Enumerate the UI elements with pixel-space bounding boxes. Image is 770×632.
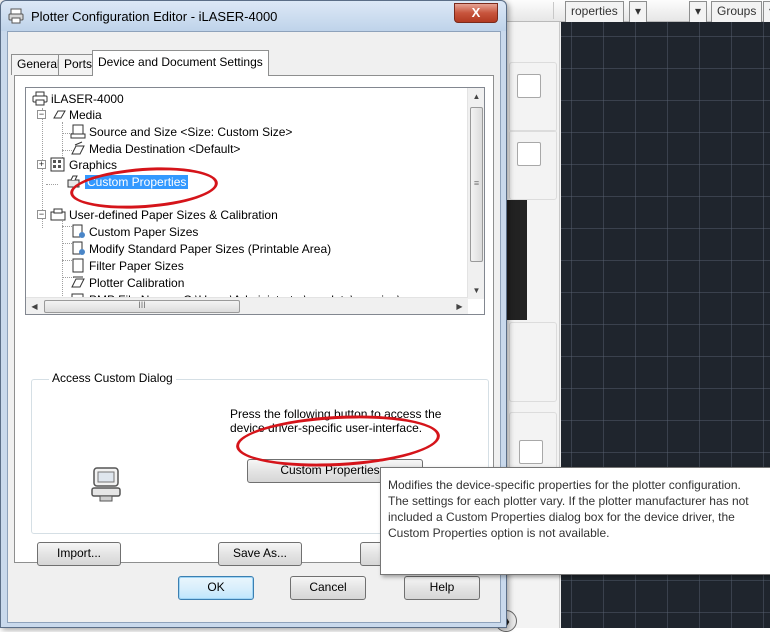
close-button[interactable]: X xyxy=(454,3,498,23)
tree-item-label: Source and Size <Size: Custom Size> xyxy=(89,125,293,139)
tooltip-text: Modifies the device-specific properties … xyxy=(388,478,749,540)
ribbon-dropdown-icon[interactable]: ▾ xyxy=(629,1,648,22)
printer-icon xyxy=(32,91,48,106)
custom-paper-icon xyxy=(72,224,85,238)
tree-item-label: Graphics xyxy=(69,158,118,172)
tree-item-user-defined-paper-sizes[interactable]: User-defined Paper Sizes & Calibration xyxy=(50,207,278,223)
palette-frame xyxy=(509,322,557,402)
tree-horizontal-scrollbar[interactable]: ◀ III ▶ xyxy=(26,297,468,314)
scroll-right-icon[interactable]: ▶ xyxy=(451,298,468,314)
import-button[interactable]: Import... xyxy=(37,542,121,566)
dialog-title: Plotter Configuration Editor - iLASER-40… xyxy=(31,9,278,24)
tree-item-label: Modify Standard Paper Sizes (Printable A… xyxy=(89,242,332,256)
tree-item-label: Plotter Calibration xyxy=(89,276,185,290)
scroll-left-icon[interactable]: ◀ xyxy=(26,298,43,314)
tooltip: Modifies the device-specific properties … xyxy=(380,467,770,575)
tree-item-modify-standard-paper-sizes[interactable]: Modify Standard Paper Sizes (Printable A… xyxy=(70,241,331,257)
tree-item-label: Custom Paper Sizes xyxy=(89,225,199,239)
tree-item-filter-paper-sizes[interactable]: Filter Paper Sizes xyxy=(70,258,184,274)
title-bar[interactable]: Plotter Configuration Editor - iLASER-40… xyxy=(1,1,506,31)
tree-item-label: Media Destination <Default> xyxy=(89,142,241,156)
tree-item-label: iLASER-4000 xyxy=(51,92,124,106)
filter-paper-icon xyxy=(72,258,84,273)
palette-preview-strip xyxy=(507,200,527,320)
media-icon xyxy=(53,110,66,119)
group-title: Access Custom Dialog xyxy=(49,371,176,385)
tree-vertical-scrollbar[interactable]: ▲ ≡ ▼ xyxy=(467,88,484,299)
paper-size-icon xyxy=(70,124,86,139)
tree-connector xyxy=(46,184,58,185)
expand-toggle-icon[interactable]: + xyxy=(37,160,46,169)
ribbon-tab-properties[interactable]: roperties xyxy=(565,1,624,22)
scrollbar-thumb[interactable]: III xyxy=(44,300,240,313)
scrollbar-thumb[interactable]: ≡ xyxy=(470,107,483,262)
tree-item-label: Media xyxy=(69,108,102,122)
scroll-down-icon[interactable]: ▼ xyxy=(468,282,484,299)
graphics-icon xyxy=(50,157,65,172)
modify-paper-icon xyxy=(72,241,85,255)
palette-dropdown[interactable] xyxy=(519,440,543,464)
tree-connector xyxy=(62,218,63,298)
ribbon-separator xyxy=(553,2,554,19)
save-as-button[interactable]: Save As... xyxy=(218,542,302,566)
collapse-toggle-icon[interactable]: − xyxy=(37,110,46,119)
tree-item-custom-paper-sizes[interactable]: Custom Paper Sizes xyxy=(70,224,198,240)
ribbon-dropdown-icon[interactable]: ▾ xyxy=(763,1,770,22)
collapse-toggle-icon[interactable]: − xyxy=(37,210,46,219)
close-icon: X xyxy=(471,5,481,20)
palette-field[interactable] xyxy=(517,142,541,166)
tab-device-and-document-settings[interactable]: Device and Document Settings xyxy=(92,50,269,76)
ribbon-bar: roperties ▾ ▾ Groups ▾ xyxy=(505,0,770,22)
tree-item-media[interactable]: Media xyxy=(50,107,102,123)
tree-item-root[interactable]: iLASER-4000 xyxy=(32,91,124,107)
device-driver-icon xyxy=(91,467,121,502)
tree-item-label: Filter Paper Sizes xyxy=(89,259,184,273)
scroll-up-icon[interactable]: ▲ xyxy=(468,88,484,105)
cancel-button[interactable]: Cancel xyxy=(290,576,366,600)
media-destination-icon xyxy=(71,141,85,155)
tree-item-plotter-calibration[interactable]: Plotter Calibration xyxy=(70,275,184,291)
tree-item-graphics[interactable]: Graphics xyxy=(50,157,117,173)
help-button[interactable]: Help xyxy=(404,576,480,600)
calibration-icon xyxy=(71,276,85,288)
ok-button[interactable]: OK xyxy=(178,576,254,600)
tree-item-label: User-defined Paper Sizes & Calibration xyxy=(69,208,278,222)
plotter-icon xyxy=(8,8,24,24)
palette-field[interactable] xyxy=(517,74,541,98)
ribbon-tab-groups[interactable]: Groups xyxy=(711,1,763,22)
tree-item-media-destination[interactable]: Media Destination <Default> xyxy=(70,141,240,157)
tree-connector xyxy=(62,122,63,158)
paper-stack-icon xyxy=(50,208,66,221)
tree-item-source-and-size[interactable]: Source and Size <Size: Custom Size> xyxy=(70,124,292,140)
ribbon-dropdown-icon[interactable]: ▾ xyxy=(689,1,708,22)
